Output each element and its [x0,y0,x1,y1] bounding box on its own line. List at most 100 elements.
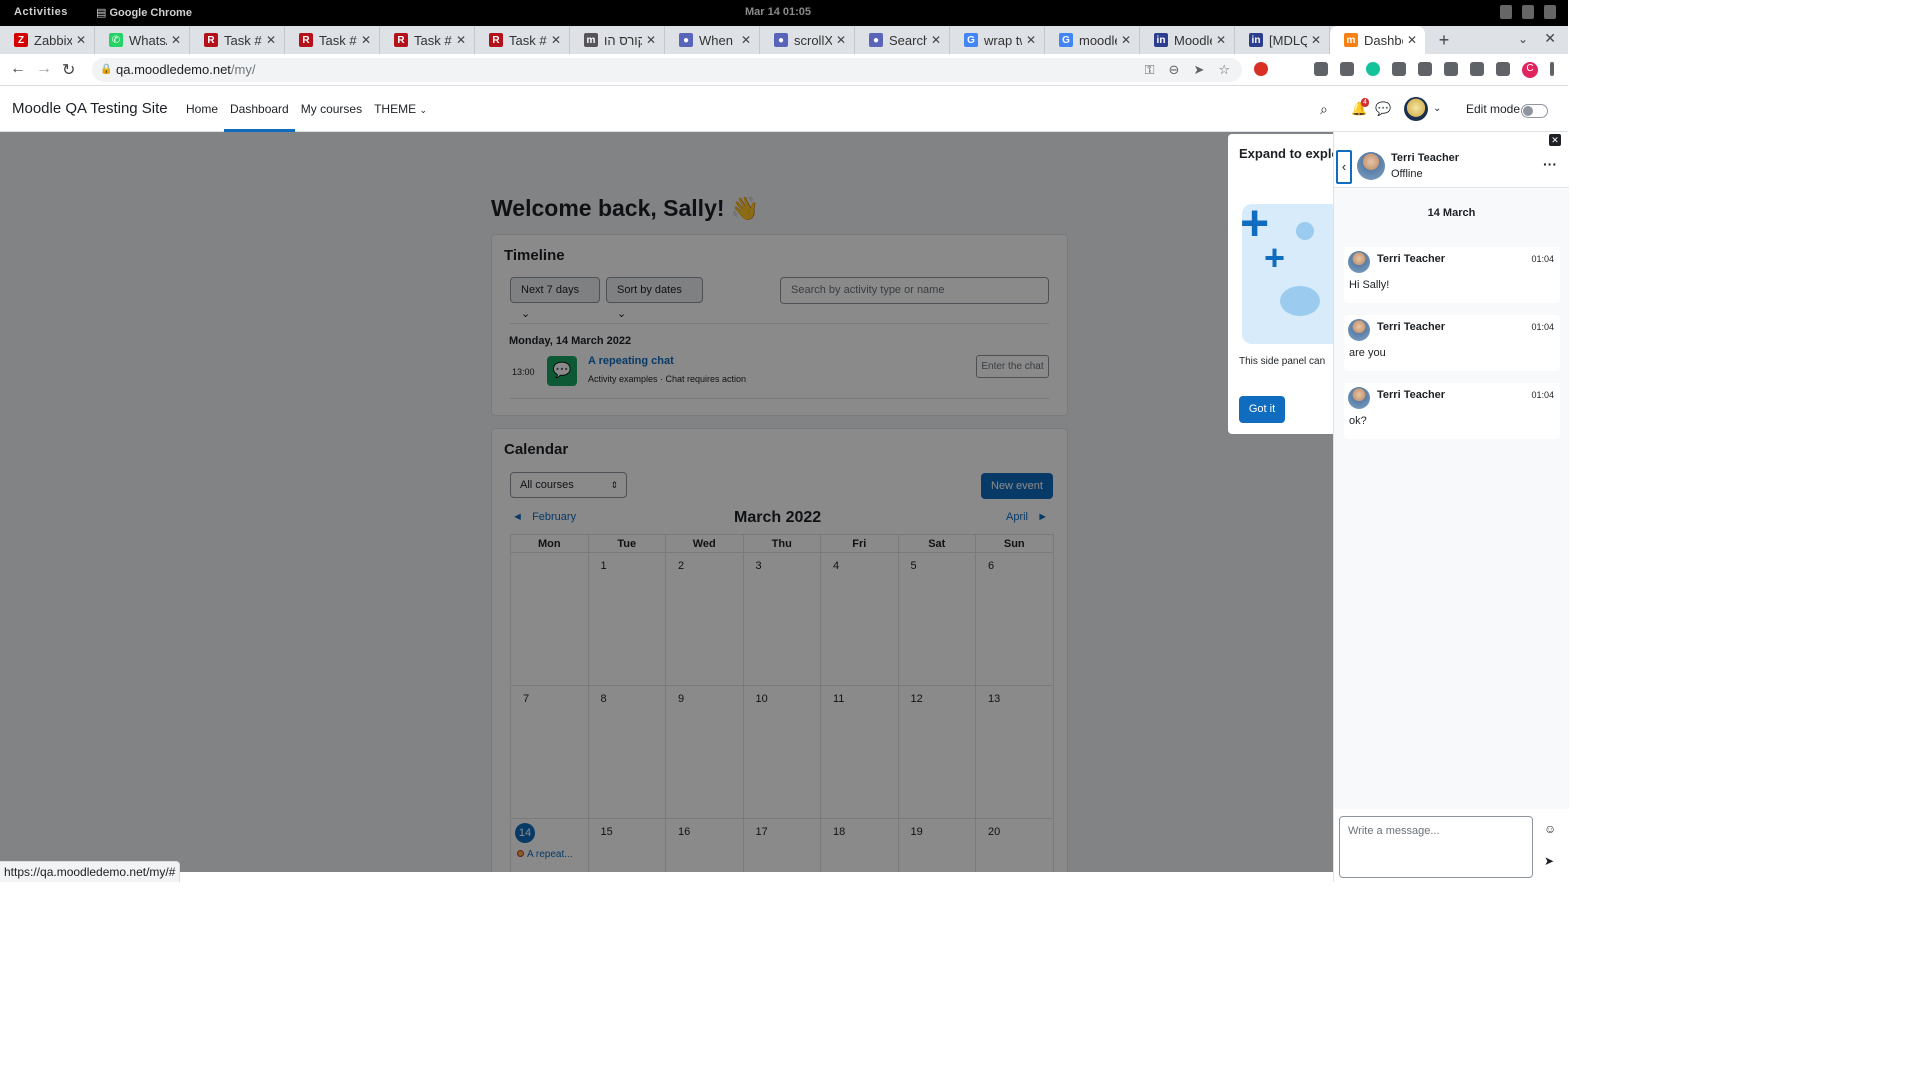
browser-tab[interactable]: ● Search ✕ [855,26,950,54]
close-icon[interactable]: ✕ [1549,134,1561,146]
message-time: 01:04 [1531,322,1554,332]
adblock-extension-icon[interactable] [1254,62,1268,76]
browser-tab[interactable]: Z Zabbix ✕ [0,26,95,54]
s-extension-icon[interactable] [1340,62,1354,76]
browser-tab[interactable]: R Task #5 ✕ [190,26,285,54]
key-icon[interactable]: ⚿ [1145,58,1155,82]
site-name[interactable]: Moodle QA Testing Site [12,100,168,117]
close-icon[interactable]: ✕ [741,33,751,47]
forward-arrow-icon[interactable]: → [36,60,52,78]
close-icon[interactable]: ✕ [266,33,276,47]
tab-label: Dashbo [1364,32,1403,48]
edit-mode-toggle[interactable] [1521,104,1548,118]
os-app-menu[interactable]: ▤ Google Chrome [96,6,192,19]
message-item[interactable]: Terri Teacher 01:04 Hi Sally! [1344,247,1560,303]
browser-tab[interactable]: ● When c ✕ [665,26,760,54]
close-icon[interactable]: ✕ [551,33,561,47]
os-tray[interactable] [1500,5,1556,19]
browser-tab-strip: Z Zabbix ✕ ✆ WhatsA ✕ R Task #5 ✕ R Task #5 ✕ R Task … [0,26,1568,54]
close-icon[interactable]: ✕ [76,33,86,47]
contact-name[interactable]: Terri Teacher [1391,152,1459,164]
side-panel-icon[interactable] [1496,62,1510,76]
zoom-icon[interactable]: ⊖ [1169,58,1180,82]
message-drawer: ✕ ‹ Terri Teacher Offline ··· 14 March T… [1333,132,1569,882]
reload-icon[interactable]: ↻ [62,60,75,80]
cube-extension-icon[interactable] [1418,62,1432,76]
close-icon[interactable]: ✕ [1311,33,1321,47]
favicon-icon: ● [679,33,693,47]
close-icon[interactable]: ✕ [931,33,941,47]
recorder-extension-icon[interactable] [1314,62,1328,76]
favicon-icon: m [1344,33,1358,47]
tab-label: Task #5 [319,32,357,48]
os-clock[interactable]: Mar 14 01:05 [745,6,811,18]
tab-search-icon[interactable]: ⌄ [1518,32,1528,46]
message-input[interactable]: Write a message... [1339,816,1533,878]
contact-avatar[interactable] [1357,152,1385,180]
nav-dashboard[interactable]: Dashboard [224,87,295,132]
favicon-icon: G [1059,33,1073,47]
more-options-icon[interactable]: ··· [1543,156,1557,172]
tour-title: Expand to explore [1239,146,1333,161]
tour-backdrop[interactable] [0,132,1333,872]
browser-tab[interactable]: R Task #6 ✕ [475,26,570,54]
browser-tab[interactable]: m קורס הו ✕ [570,26,665,54]
browser-tab[interactable]: ● scrollX ✕ [760,26,855,54]
plus-icon: + [1264,237,1286,278]
send-tab-icon[interactable]: ➤ [1193,58,1204,82]
favicon-icon: Z [14,33,28,47]
emoji-icon[interactable]: ☺ [1544,822,1556,836]
browser-tab[interactable]: in [MDLQA ✕ [1235,26,1330,54]
message-time: 01:04 [1531,390,1554,400]
conversation-messages[interactable]: 14 March Terri Teacher 01:04 Hi Sally! Terr… [1334,189,1569,809]
close-icon[interactable]: ✕ [361,33,371,47]
close-icon[interactable]: ✕ [171,33,181,47]
close-window-icon[interactable]: ✕ [1544,30,1556,47]
messages-icon[interactable]: 💬 [1375,101,1391,117]
browser-tab[interactable]: Gmoodle ✕ [1045,26,1140,54]
os-activities[interactable]: Activities [14,6,68,18]
tab-label: Task #6 [509,32,547,48]
got-it-button[interactable]: Got it [1239,396,1285,423]
message-text: ok? [1349,415,1367,427]
lock-icon[interactable]: 🔒 [100,58,112,82]
message-item[interactable]: Terri Teacher 01:04 are you [1344,315,1560,371]
address-bar[interactable]: 🔒 qa.moodledemo.net/my/ ⚿ ⊖ ➤ ☆ [92,58,1242,82]
close-icon[interactable]: ✕ [1407,33,1417,47]
media-controls-icon[interactable] [1470,62,1484,76]
close-icon[interactable]: ✕ [456,33,466,47]
nav-my-courses[interactable]: My courses [295,87,368,132]
close-icon[interactable]: ✕ [836,33,846,47]
user-avatar[interactable] [1404,97,1428,121]
chevron-left-icon[interactable]: ‹ [1336,150,1352,184]
close-icon[interactable]: ✕ [1216,33,1226,47]
browser-tab[interactable]: ✆ WhatsA ✕ [95,26,190,54]
nav-home[interactable]: Home [180,87,224,132]
user-menu-chevron-icon[interactable]: ⌄ [1433,103,1441,114]
browser-tab[interactable]: m Dashbo ✕ [1330,26,1425,54]
nav-theme-label: THEME [374,102,417,116]
favicon-icon: m [584,33,598,47]
sender-name: Terri Teacher [1377,321,1446,333]
nav-theme-menu[interactable]: THEME ⌄ [368,87,433,132]
back-arrow-icon[interactable]: ← [10,60,26,78]
grammarly-extension-icon[interactable] [1366,62,1380,76]
bookmark-star-icon[interactable]: ☆ [1218,58,1230,82]
chrome-menu-icon[interactable] [1550,62,1554,76]
browser-tab[interactable]: in Moodle ✕ [1140,26,1235,54]
profile-avatar[interactable]: C [1522,62,1538,78]
send-icon[interactable]: ➤ [1544,854,1554,868]
browser-tab[interactable]: R Task #6 ✕ [380,26,475,54]
drive-extension-icon[interactable] [1392,62,1406,76]
browser-tab[interactable]: Gwrap tw ✕ [950,26,1045,54]
favicon-icon: ✆ [109,33,123,47]
message-item[interactable]: Terri Teacher 01:04 ok? [1344,383,1560,439]
puzzle-extensions-icon[interactable] [1444,62,1458,76]
close-icon[interactable]: ✕ [646,33,656,47]
close-icon[interactable]: ✕ [1121,33,1131,47]
browser-tab[interactable]: R Task #5 ✕ [285,26,380,54]
search-icon[interactable]: ⌕ [1320,101,1328,118]
close-icon[interactable]: ✕ [1026,33,1036,47]
new-tab-button[interactable]: + [1431,30,1457,51]
tour-illustration: + + [1240,198,1333,344]
